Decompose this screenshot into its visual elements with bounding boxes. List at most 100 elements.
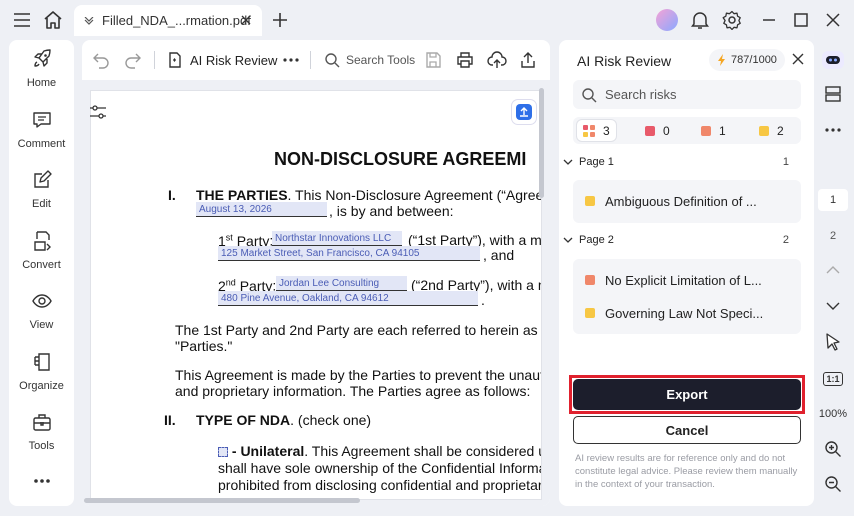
close-window-icon[interactable] — [821, 8, 845, 32]
section-text: . This Non-Disclosure Agreement (“Agreem… — [287, 187, 542, 203]
menu-icon[interactable] — [10, 8, 34, 32]
parties-paragraph-line2: "Parties." — [175, 338, 233, 354]
section-2-title: TYPE OF NDA — [196, 412, 291, 428]
section-title: THE PARTIES — [196, 187, 288, 203]
date-field[interactable]: August 13, 2026 — [196, 202, 327, 217]
between-text: , is by and between: — [329, 203, 454, 219]
new-tab-icon[interactable] — [268, 8, 292, 32]
minimize-icon[interactable] — [757, 8, 781, 32]
filter-high[interactable]: 0 — [639, 120, 676, 141]
zoom-out-button[interactable] — [818, 473, 848, 495]
sidebar-item-tools[interactable]: Tools — [9, 411, 74, 452]
horizontal-scrollbar[interactable] — [84, 498, 360, 503]
credits-count: 787/1000 — [731, 54, 777, 66]
risk-title: Governing Law Not Speci... — [605, 305, 764, 321]
group-header-page-2[interactable]: Page 2 2 — [563, 231, 803, 249]
party2-name-field[interactable]: Jordan Lee Consulting — [276, 276, 407, 291]
zoom-in-button[interactable] — [818, 438, 848, 460]
risk-title: No Explicit Limitation of L... — [605, 272, 762, 288]
tab-chevron-icon[interactable] — [84, 16, 94, 25]
export-button[interactable]: Export — [573, 379, 801, 410]
credits-badge: 787/1000 — [709, 49, 785, 71]
severity-filter-bar: 3 0 1 2 — [573, 117, 801, 144]
right-rail: 1 2 1:1 100% — [818, 40, 848, 506]
sidebar-more-button[interactable] — [9, 478, 74, 484]
page-2-thumbnail[interactable]: 2 — [818, 225, 848, 247]
section-1-line: THE PARTIES. This Non-Disclosure Agreeme… — [196, 187, 542, 203]
risk-item[interactable]: Ambiguous Definition of ... — [585, 191, 757, 211]
filter-low[interactable]: 2 — [753, 120, 790, 141]
period-text: . — [481, 292, 485, 308]
cloud-upload-icon — [487, 51, 507, 68]
document-tab[interactable]: Filled_NDA_...rmation.pdf — [74, 5, 262, 36]
toolbar-more-button[interactable] — [282, 48, 300, 72]
share-button[interactable] — [519, 48, 537, 72]
sidebar-item-convert[interactable]: Convert — [9, 230, 74, 271]
search-risks-input[interactable] — [605, 87, 795, 102]
panel-layout-button[interactable] — [818, 82, 848, 106]
avatar[interactable] — [656, 9, 678, 31]
sidebar-item-edit[interactable]: Edit — [9, 169, 74, 210]
page-upload-button[interactable] — [512, 100, 536, 124]
vertical-scrollbar[interactable] — [539, 88, 544, 198]
search-icon — [325, 53, 340, 68]
group-page-label: Page 1 — [579, 156, 614, 168]
section-2-number: II. — [164, 412, 176, 428]
search-risks-field[interactable] — [573, 80, 801, 109]
cursor-icon — [826, 333, 840, 351]
close-tab-icon[interactable] — [238, 12, 254, 33]
sidebar-item-home[interactable]: Home — [9, 48, 74, 89]
rocket-icon — [33, 49, 51, 67]
home-icon[interactable] — [41, 8, 65, 32]
disclaimer-text: AI review results are for reference only… — [575, 453, 798, 490]
print-button[interactable] — [456, 48, 474, 72]
filter-all[interactable]: 3 — [577, 120, 616, 141]
party2-address-field[interactable]: 480 Pine Avenue, Oakland, CA 94612 — [218, 291, 478, 306]
settings-gear-icon[interactable] — [720, 8, 744, 32]
share-icon — [521, 52, 535, 68]
party1-name-field[interactable]: Northstar Innovations LLC — [272, 231, 402, 246]
unilateral-text: . This Agreement shall be considered uni… — [304, 443, 542, 459]
sidebar-item-view[interactable]: View — [9, 290, 74, 331]
print-icon — [457, 52, 473, 68]
zoom-level[interactable]: 100% — [818, 404, 848, 424]
edit-icon — [33, 170, 52, 188]
page-filter-button[interactable] — [86, 100, 110, 124]
cloud-upload-button[interactable] — [487, 48, 507, 72]
redo-button[interactable] — [124, 48, 142, 72]
page-1-thumbnail[interactable]: 1 — [818, 189, 848, 211]
party2-sup: nd — [225, 277, 236, 287]
sidebar-item-comment[interactable]: Comment — [9, 109, 74, 150]
sidebar-item-organize[interactable]: Organize — [9, 351, 74, 392]
group-header-page-1[interactable]: Page 1 1 — [563, 153, 803, 171]
unilateral-checkbox[interactable] — [218, 447, 228, 458]
filter-medium[interactable]: 1 — [695, 120, 732, 141]
comment-icon — [32, 112, 51, 128]
cancel-button[interactable]: Cancel — [573, 416, 801, 444]
group-page-label: Page 2 — [579, 234, 614, 246]
more-dots-icon — [825, 128, 841, 132]
previous-page-button[interactable] — [818, 260, 848, 280]
search-tools-button[interactable]: Search Tools — [324, 48, 415, 72]
maximize-icon[interactable] — [789, 8, 813, 32]
party1-sup: st — [225, 232, 233, 242]
ai-risk-review-button[interactable]: AI Risk Review — [166, 48, 277, 72]
panel-title: AI Risk Review — [577, 53, 672, 69]
undo-button[interactable] — [92, 48, 110, 72]
rail-more-button[interactable] — [818, 120, 848, 140]
save-button[interactable] — [424, 48, 442, 72]
save-icon — [426, 52, 441, 68]
select-tool-button[interactable] — [818, 330, 848, 354]
party1-address-field[interactable]: 125 Market Street, San Francisco, CA 941… — [218, 246, 480, 261]
actual-size-button[interactable]: 1:1 — [818, 368, 848, 390]
document-toolbar: AI Risk Review Search Tools — [82, 40, 550, 80]
risk-item[interactable]: Governing Law Not Speci... — [585, 303, 763, 323]
notification-bell-icon[interactable] — [688, 8, 712, 32]
ai-risk-review-panel: AI Risk Review 787/1000 3 0 1 2 Page 1 1 — [559, 40, 814, 506]
risk-item[interactable]: No Explicit Limitation of L... — [585, 270, 762, 290]
panel-close-icon[interactable] — [791, 52, 805, 71]
search-tools-label: Search Tools — [346, 53, 416, 67]
next-page-button[interactable] — [818, 296, 848, 316]
ai-assistant-button[interactable] — [818, 48, 848, 72]
sidebar-label-comment: Comment — [17, 138, 66, 150]
